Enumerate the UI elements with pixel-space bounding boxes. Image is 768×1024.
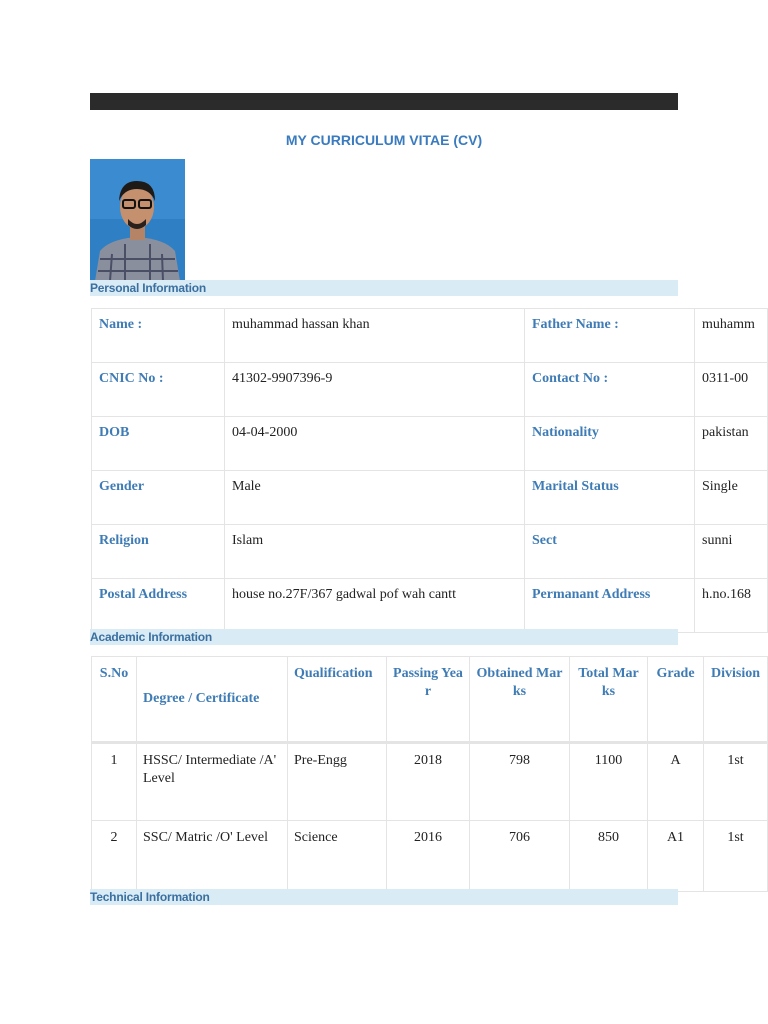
table-cell: 2018 [386,742,470,821]
table-row: 2 SSC/ Matric /O' Level Science 2016 706 850 A… [91,820,768,892]
field-label: Nationality [524,416,695,471]
table-cell: Science [287,820,387,892]
table-cell: 2 [91,820,137,892]
table-cell: 2016 [386,820,470,892]
personal-info-row: DOB 04-04-2000 Nationality pakistan [91,416,768,471]
field-value: 0311-00 [694,362,768,417]
section-personal-information: Personal Information [90,280,678,296]
section-academic-information: Academic Information [90,629,678,645]
table-cell: 1 [91,742,137,821]
table-row: 1 HSSC/ Intermediate /A' Level Pre-Engg 201… [91,742,768,821]
field-value: Male [224,470,525,525]
field-label: Father Name : [524,308,695,363]
field-value: Islam [224,524,525,579]
table-cell: 1st [703,820,768,892]
column-header: Passing Year [386,656,470,744]
personal-info-table: Name : muhammad hassan khan Father Name :m… [91,308,768,633]
field-value: h.no.168 [694,578,768,633]
section-technical-information: Technical Information [90,889,678,905]
field-label: Marital Status [524,470,695,525]
table-cell: A [647,742,704,821]
table-cell: 850 [569,820,648,892]
personal-info-row: Name : muhammad hassan khan Father Name :m… [91,308,768,363]
field-value: muhamm [694,308,768,363]
field-label: Sect [524,524,695,579]
column-header: S.No [91,656,137,744]
header-bar [90,93,678,110]
table-cell: A1 [647,820,704,892]
field-label: Postal Address [91,578,225,633]
field-label: Gender [91,470,225,525]
table-cell: Pre-Engg [287,742,387,821]
column-header: Qualification [287,656,387,744]
table-cell: HSSC/ Intermediate /A' Level [136,742,288,821]
table-cell: SSC/ Matric /O' Level [136,820,288,892]
field-label: Religion [91,524,225,579]
column-header: Total Marks [569,656,648,744]
field-value: 41302-9907396-9 [224,362,525,417]
academic-info-table: S.No Degree / Certificate Qualification Pas… [91,656,768,892]
field-value: house no.27F/367 gadwal pof wah cantt [224,578,525,633]
page-title: MY CURRICULUM VITAE (CV) [285,132,483,148]
field-value: 04-04-2000 [224,416,525,471]
column-header: Grade [647,656,704,744]
field-value: pakistan [694,416,768,471]
table-cell: 1st [703,742,768,821]
table-cell: 706 [469,820,570,892]
field-label: CNIC No : [91,362,225,417]
table-cell: 798 [469,742,570,821]
field-value: sunni [694,524,768,579]
personal-info-row: Postal Address house no.27F/367 gadwal po… [91,578,768,633]
table-cell: 1100 [569,742,648,821]
field-value: Single [694,470,768,525]
column-header: Degree / Certificate [136,656,288,744]
field-label: Permanant Address [524,578,695,633]
field-label: DOB [91,416,225,471]
personal-info-row: CNIC No :41302-9907396-9 Contact No :0311… [91,362,768,417]
profile-photo [90,159,185,282]
personal-info-row: Gender Male Marital Status Single [91,470,768,525]
personal-info-row: Religion Islam Sect sunni [91,524,768,579]
field-label: Contact No : [524,362,695,417]
column-header: Obtained Marks [469,656,570,744]
column-header: Division [703,656,768,744]
field-value: muhammad hassan khan [224,308,525,363]
field-label: Name : [91,308,225,363]
